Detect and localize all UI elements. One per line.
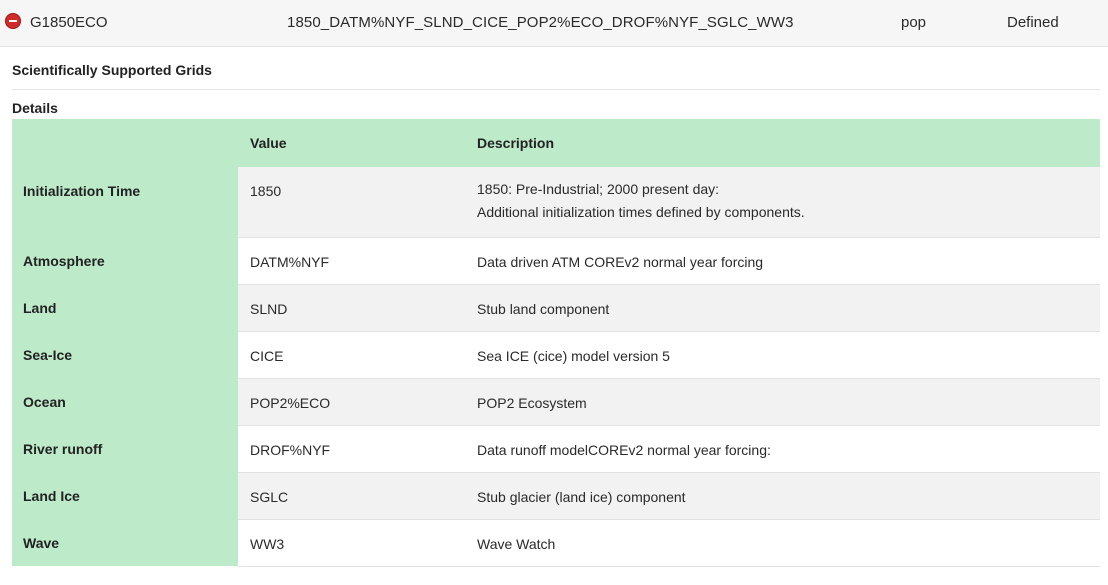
header-label (12, 119, 238, 167)
row-label: Land (23, 300, 57, 316)
row-description: Stub land component (477, 300, 610, 317)
row-label: Atmosphere (23, 253, 105, 269)
compset-primary-component: pop (901, 14, 927, 31)
compset-name: G1850ECO (30, 14, 108, 31)
row-value: SGLC (250, 488, 289, 505)
compset-longname: 1850_DATM%NYF_SLND_CICE_POP2%ECO_DROF%NY… (287, 14, 794, 31)
table-row: River runoff DROF%NYF Data runoff modelC… (12, 425, 1100, 473)
supported-grids-heading: Scientifically Supported Grids (12, 62, 212, 78)
row-label: Initialization Time (23, 183, 141, 199)
compset-row[interactable]: G1850ECO 1850_DATM%NYF_SLND_CICE_POP2%EC… (0, 0, 1108, 47)
row-description: Wave Watch (477, 535, 556, 552)
table-row: Land Ice SGLC Stub glacier (land ice) co… (12, 472, 1100, 520)
details-heading: Details (12, 100, 58, 116)
header-value: Value (238, 119, 465, 167)
minus-circle-icon[interactable] (5, 13, 21, 29)
row-description: Data runoff modelCOREv2 normal year forc… (477, 441, 771, 458)
row-value: SLND (250, 300, 288, 317)
row-description: Additional initialization times defined … (477, 204, 805, 220)
row-label: Land Ice (23, 488, 80, 504)
supported-grids-divider (12, 89, 1100, 90)
table-row: Ocean POP2%ECO POP2 Ecosystem (12, 378, 1100, 426)
details-header-row: Value Description (12, 119, 1100, 167)
row-value: 1850 (250, 183, 282, 199)
row-value: WW3 (250, 535, 285, 552)
header-description: Description (465, 119, 1100, 167)
row-description: Data driven ATM COREv2 normal year forci… (477, 253, 764, 270)
table-row: Initialization Time 1850 1850: Pre-Indus… (12, 167, 1100, 238)
row-value: DATM%NYF (250, 253, 330, 270)
compset-status: Defined (1007, 14, 1059, 31)
table-row: Atmosphere DATM%NYF Data driven ATM CORE… (12, 237, 1100, 285)
row-description: 1850: Pre-Industrial; 2000 present day: (477, 181, 720, 197)
row-label: Ocean (23, 394, 66, 410)
details-table: Value Description Initialization Time 18… (12, 119, 1100, 567)
row-label: Wave (23, 535, 60, 551)
row-value: DROF%NYF (250, 441, 331, 458)
table-row: Land SLND Stub land component (12, 284, 1100, 332)
compset-page: G1850ECO 1850_DATM%NYF_SLND_CICE_POP2%EC… (0, 0, 1108, 585)
row-label: Sea-Ice (23, 347, 73, 363)
row-value: POP2%ECO (250, 394, 331, 411)
table-row: Wave WW3 Wave Watch (12, 519, 1100, 567)
row-value: CICE (250, 347, 284, 364)
row-description: Stub glacier (land ice) component (477, 488, 686, 505)
row-description: POP2 Ecosystem (477, 394, 587, 411)
row-description: Sea ICE (cice) model version 5 (477, 347, 670, 364)
row-label: River runoff (23, 441, 103, 457)
table-row: Sea-Ice CICE Sea ICE (cice) model versio… (12, 331, 1100, 379)
